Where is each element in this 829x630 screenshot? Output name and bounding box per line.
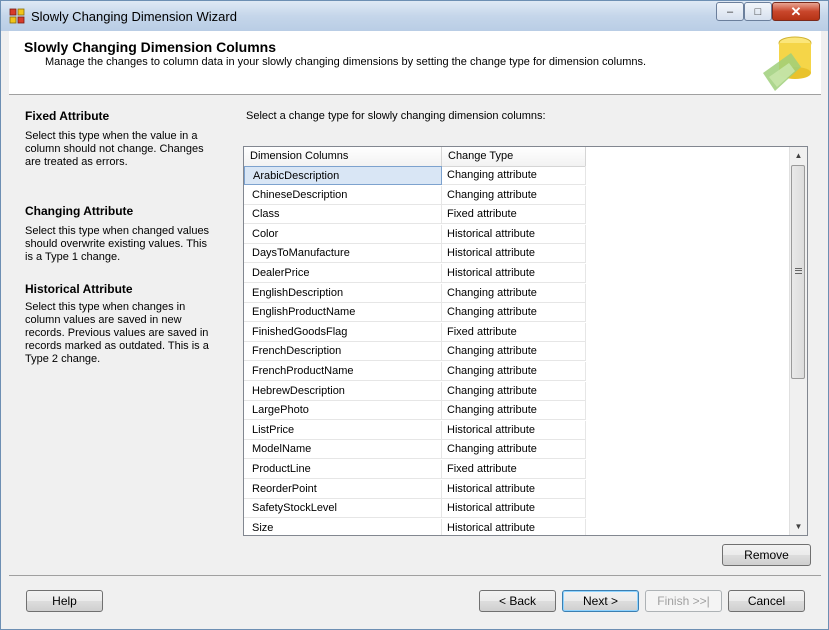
dimension-column-cell[interactable]: ChineseDescription (244, 185, 442, 205)
change-type-cell[interactable]: Changing attribute (442, 440, 586, 460)
dimension-column-cell[interactable]: LargePhoto (244, 401, 442, 421)
title-bar: Slowly Changing Dimension Wizard – □ ✕ (1, 1, 828, 31)
grip-icon (795, 268, 802, 274)
help-panel: Fixed Attribute Select this type when th… (9, 95, 226, 561)
scroll-up-icon[interactable]: ▲ (790, 147, 807, 164)
change-type-cell[interactable]: Historical attribute (442, 518, 586, 535)
table-row[interactable]: DaysToManufacture Historical attribute (244, 244, 586, 264)
grid-header: Dimension Columns Change Type (244, 147, 586, 167)
table-row[interactable]: Color Historical attribute (244, 224, 586, 245)
scroll-thumb[interactable] (791, 165, 805, 379)
footer-divider (9, 575, 821, 576)
maximize-icon: □ (754, 5, 762, 18)
table-row[interactable]: ModelName Changing attribute (244, 440, 586, 460)
table-row[interactable]: DealerPrice Historical attribute (244, 264, 586, 284)
change-type-cell[interactable]: Fixed attribute (442, 460, 586, 479)
change-type-cell[interactable]: Historical attribute (442, 224, 586, 244)
dimension-column-cell[interactable]: ReorderPoint (244, 479, 442, 499)
table-row[interactable]: FrenchDescription Changing attribute (244, 342, 586, 362)
dimension-column-cell[interactable]: ArabicDescription (244, 166, 442, 185)
dimension-column-cell[interactable]: ProductLine (244, 460, 442, 479)
cancel-button[interactable]: Cancel (728, 590, 805, 612)
table-row[interactable]: HebrewDescription Changing attribute (244, 381, 586, 402)
dimension-column-cell[interactable]: ListPrice (244, 420, 442, 440)
table-row[interactable]: SafetyStockLevel Historical attribute (244, 499, 586, 519)
finish-button[interactable]: Finish >>| (645, 590, 722, 612)
change-type-cell[interactable]: Historical attribute (442, 264, 586, 283)
dimension-column-cell[interactable]: DaysToManufacture (244, 244, 442, 264)
fixed-attribute-text: Select this type when the value in a col… (25, 130, 204, 168)
dimension-column-cell[interactable]: Size (244, 518, 442, 535)
table-row[interactable]: ChineseDescription Changing attribute (244, 185, 586, 206)
table-row[interactable]: FrenchProductName Changing attribute (244, 362, 586, 382)
table-row[interactable]: EnglishDescription Changing attribute (244, 283, 586, 304)
table-row[interactable]: EnglishProductName Changing attribute (244, 303, 586, 323)
change-type-cell[interactable]: Changing attribute (442, 342, 586, 362)
minimize-button[interactable]: – (716, 2, 744, 21)
minimize-icon: – (726, 5, 734, 18)
dimension-column-cell[interactable]: ModelName (244, 440, 442, 460)
change-type-cell[interactable]: Historical attribute (442, 244, 586, 264)
change-type-cell[interactable]: Changing attribute (442, 283, 586, 303)
change-type-cell[interactable]: Fixed attribute (442, 322, 586, 342)
change-type-cell[interactable]: Historical attribute (442, 499, 586, 519)
change-type-cell[interactable]: Changing attribute (442, 381, 586, 401)
table-row[interactable]: ArabicDescription Changing attribute (244, 166, 586, 186)
fixed-attribute-heading: Fixed Attribute (25, 109, 110, 123)
table-row[interactable]: ReorderPoint Historical attribute (244, 479, 586, 500)
dimension-column-cell[interactable]: FinishedGoodsFlag (244, 322, 442, 342)
vertical-scrollbar[interactable]: ▲ ▼ (789, 147, 807, 535)
instruction-text: Select a change type for slowly changing… (246, 110, 546, 122)
remove-button[interactable]: Remove (722, 544, 811, 566)
page-title: Slowly Changing Dimension Columns (24, 39, 277, 55)
back-button[interactable]: < Back (479, 590, 556, 612)
table-row[interactable]: LargePhoto Changing attribute (244, 401, 586, 421)
table-row[interactable]: FinishedGoodsFlag Fixed attribute (244, 322, 586, 343)
scroll-down-icon[interactable]: ▼ (790, 518, 807, 535)
dimension-columns-grid[interactable]: Dimension Columns Change Type ArabicDesc… (243, 146, 808, 536)
changing-attribute-text: Select this type when changed values sho… (25, 225, 210, 263)
historical-attribute-heading: Historical Attribute (25, 282, 133, 296)
maximize-button[interactable]: □ (744, 2, 772, 21)
dimension-column-cell[interactable]: SafetyStockLevel (244, 499, 442, 519)
column-header-change-type[interactable]: Change Type (442, 147, 586, 166)
change-type-cell[interactable]: Fixed attribute (442, 205, 586, 225)
window-title: Slowly Changing Dimension Wizard (31, 9, 237, 24)
app-icon (9, 8, 25, 24)
change-type-cell[interactable]: Changing attribute (442, 166, 586, 185)
dimension-column-cell[interactable]: HebrewDescription (244, 381, 442, 401)
table-row[interactable]: ListPrice Historical attribute (244, 420, 586, 441)
page-subtitle: Manage the changes to column data in you… (45, 56, 647, 68)
dimension-column-cell[interactable]: Class (244, 205, 442, 225)
dimension-column-cell[interactable]: FrenchDescription (244, 342, 442, 362)
table-row[interactable]: Size Historical attribute (244, 518, 586, 535)
page-header: Slowly Changing Dimension Columns Manage… (9, 31, 821, 95)
help-button[interactable]: Help (26, 590, 103, 612)
change-type-cell[interactable]: Changing attribute (442, 362, 586, 381)
change-type-cell[interactable]: Changing attribute (442, 401, 586, 421)
dimension-column-cell[interactable]: DealerPrice (244, 264, 442, 283)
database-graphic-icon (763, 36, 812, 91)
dimension-column-cell[interactable]: EnglishProductName (244, 303, 442, 323)
table-row[interactable]: Class Fixed attribute (244, 205, 586, 225)
change-type-cell[interactable]: Changing attribute (442, 303, 586, 323)
close-icon: ✕ (790, 3, 802, 19)
change-type-cell[interactable]: Historical attribute (442, 479, 586, 499)
historical-attribute-text: Select this type when changes in column … (25, 301, 209, 365)
next-button[interactable]: Next > (562, 590, 639, 612)
table-row[interactable]: ProductLine Fixed attribute (244, 460, 586, 480)
dimension-column-cell[interactable]: EnglishDescription (244, 283, 442, 303)
dimension-column-cell[interactable]: FrenchProductName (244, 362, 442, 381)
dimension-column-cell[interactable]: Color (244, 224, 442, 244)
column-header-dimension[interactable]: Dimension Columns (244, 147, 442, 166)
change-type-cell[interactable]: Historical attribute (442, 420, 586, 440)
wizard-window: Slowly Changing Dimension Wizard – □ ✕ S… (0, 0, 829, 630)
close-button[interactable]: ✕ (772, 2, 820, 21)
change-type-cell[interactable]: Changing attribute (442, 185, 586, 205)
changing-attribute-heading: Changing Attribute (25, 204, 134, 218)
